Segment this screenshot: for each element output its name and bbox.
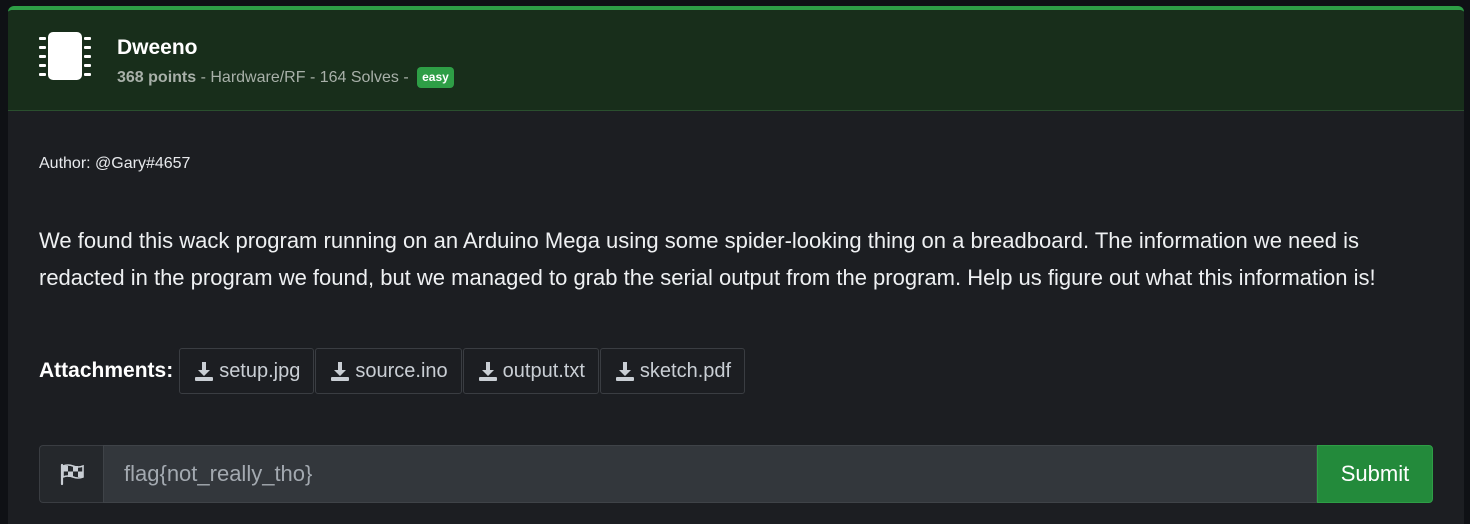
attachment-link-sketch[interactable]: sketch.pdf [599,348,746,394]
challenge-card: Dweeno 368 points - Hardware/RF - 164 So… [8,6,1464,524]
flag-input[interactable] [103,445,1317,503]
attachment-name: setup.jpg [219,359,301,382]
attachment-link-setup[interactable]: setup.jpg [179,348,315,394]
checkered-flag-icon [60,463,84,486]
challenge-author: Author: @Gary#4657 [39,155,191,172]
flag-input-addon [39,445,103,503]
attachment-link-source[interactable]: source.ino [315,348,462,394]
challenge-category-solves: - Hardware/RF - 164 Solves - [196,68,414,86]
flag-submit-form: Submit [39,445,1433,503]
challenge-meta: 368 points - Hardware/RF - 164 Solves - … [117,67,454,88]
submit-button[interactable]: Submit [1317,445,1433,503]
challenge-description: We found this wack program running on an… [39,228,1376,290]
download-icon [195,362,214,381]
difficulty-badge: easy [417,67,454,88]
attachment-name: output.txt [502,359,585,382]
challenge-points: 368 points [117,68,197,86]
download-icon [478,362,497,381]
challenge-header: Dweeno 368 points - Hardware/RF - 164 So… [8,10,1464,111]
attachments-row: Attachments: setup.jpg source.ino output… [39,347,746,395]
microchip-icon [39,32,91,80]
challenge-title: Dweeno [117,36,198,59]
attachment-name: source.ino [355,359,448,382]
attachment-link-output[interactable]: output.txt [462,348,599,394]
download-icon [331,362,350,381]
attachment-name: sketch.pdf [639,359,732,382]
download-icon [615,362,634,381]
attachments-label: Attachments: [39,359,174,382]
